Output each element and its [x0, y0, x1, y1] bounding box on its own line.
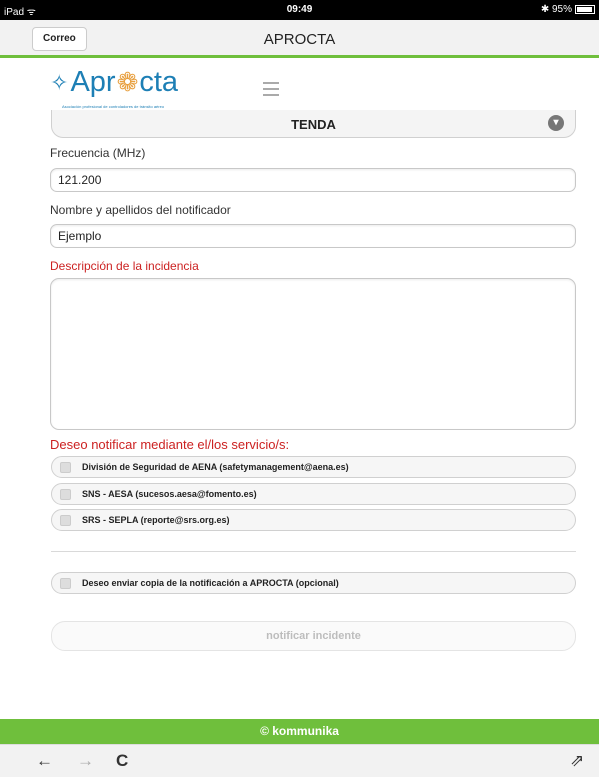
status-bar: iPad ᯤ 09:49 ✱ 95% [0, 0, 599, 20]
service-checkbox-aena[interactable]: División de Seguridad de AENA (safetyman… [51, 456, 576, 478]
description-textarea[interactable] [50, 278, 576, 430]
services-title: Deseo notificar mediante el/los servicio… [50, 437, 290, 452]
logo-flower-icon: ❁ [116, 67, 139, 97]
frequency-label: Frecuencia (MHz) [50, 146, 146, 160]
menu-icon[interactable] [263, 82, 279, 100]
navigation-bar: Correo APROCTA [0, 20, 599, 58]
service-label: SNS - AESA (sucesos.aesa@fomento.es) [82, 489, 257, 499]
airport-select[interactable]: TENDA ▾ [51, 110, 576, 138]
battery-icon [575, 5, 595, 14]
browser-toolbar: ← → C ⇗ [0, 744, 599, 777]
logo-subtitle: Asociación profesional de controladores … [62, 104, 165, 109]
clock: 09:49 [286, 4, 313, 15]
battery-status: ✱ 95% [541, 4, 595, 15]
description-label: Descripción de la incidencia [50, 259, 199, 273]
forward-arrow-icon[interactable]: → [77, 751, 94, 771]
footer: © kommunika [0, 719, 599, 744]
notifier-name-label: Nombre y apellidos del notificador [50, 203, 231, 217]
chevron-down-icon: ▾ [548, 115, 564, 131]
share-icon[interactable]: ⇗ [570, 751, 584, 771]
aprocta-logo: ✧ Apr ❁ cta Asociación profesional de co… [50, 66, 279, 114]
logo-text-b: cta [139, 66, 179, 98]
divider [51, 551, 576, 552]
logo-text-a: Apr [70, 66, 116, 98]
service-label: SRS - SEPLA (reporte@srs.org.es) [82, 515, 230, 525]
reload-icon[interactable]: C [116, 751, 128, 771]
battery-text: ✱ 95% [540, 4, 572, 15]
checkbox[interactable] [60, 578, 71, 589]
copy-aprocta-checkbox[interactable]: Deseo enviar copia de la notificación a … [51, 572, 576, 594]
copy-label: Deseo enviar copia de la notificación a … [82, 578, 339, 588]
service-label: División de Seguridad de AENA (safetyman… [82, 462, 349, 472]
submit-incident-button[interactable]: notificar incidente [51, 621, 576, 651]
logo-star-icon: ✧ [50, 69, 69, 95]
nav-title: APROCTA [263, 31, 336, 48]
service-checkbox-sepla[interactable]: SRS - SEPLA (reporte@srs.org.es) [51, 509, 576, 531]
notifier-name-input[interactable]: Ejemplo [50, 224, 576, 248]
checkbox[interactable] [60, 515, 71, 526]
frequency-input[interactable]: 121.200 [50, 168, 576, 192]
service-checkbox-aesa[interactable]: SNS - AESA (sucesos.aesa@fomento.es) [51, 483, 576, 505]
checkbox[interactable] [60, 489, 71, 500]
checkbox[interactable] [60, 462, 71, 473]
select-value: TENDA [291, 117, 336, 132]
back-arrow-icon[interactable]: ← [36, 751, 53, 771]
